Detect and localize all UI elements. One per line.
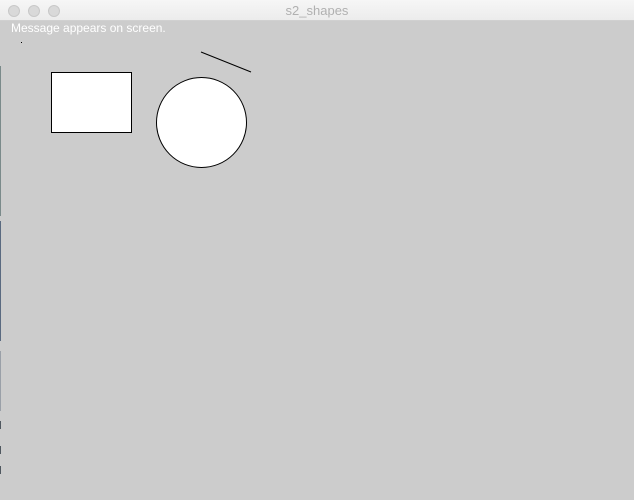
shapes-layer <box>21 42 252 168</box>
window-title: s2_shapes <box>285 3 349 18</box>
sketch-canvas[interactable]: Message appears on screen. <box>0 21 634 500</box>
rectangle-shape <box>51 72 132 133</box>
circle-shape <box>156 77 247 168</box>
point-shape <box>21 42 22 43</box>
line-shape <box>200 51 252 73</box>
title-bar[interactable]: s2_shapes <box>0 0 634 21</box>
left-edge-artifact <box>0 66 1 474</box>
app-window: s2_shapes Message appears on screen. <box>0 0 634 500</box>
